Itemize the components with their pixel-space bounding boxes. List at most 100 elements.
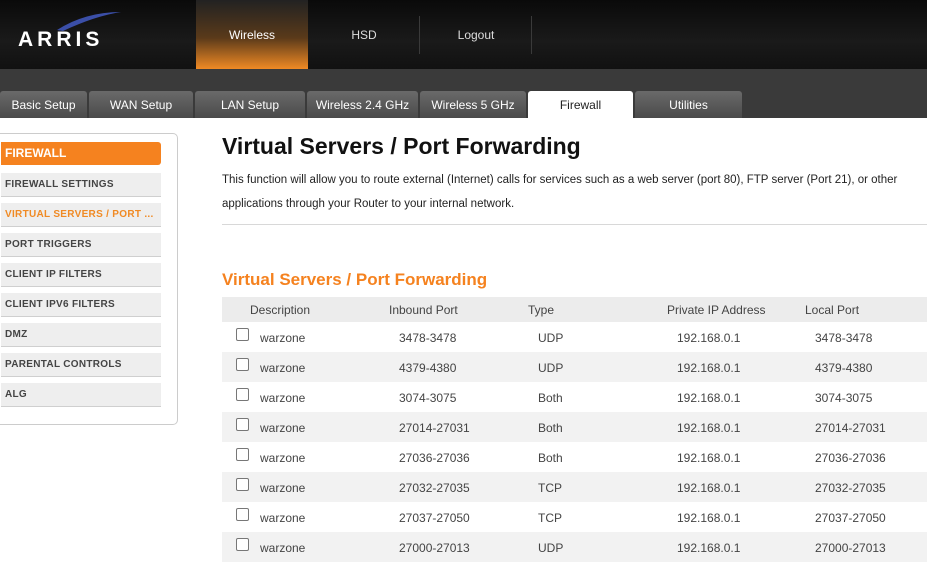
tab-firewall[interactable]: Firewall bbox=[528, 91, 633, 118]
cell-private-ip: 192.168.0.1 bbox=[677, 541, 741, 555]
cell-private-ip: 192.168.0.1 bbox=[677, 331, 741, 345]
row-checkbox[interactable] bbox=[236, 358, 249, 371]
table-row: warzone 27037-27050 TCP 192.168.0.1 27037-27… bbox=[222, 502, 927, 532]
table-row: warzone 27000-27013 UDP 192.168.0.1 27000-27… bbox=[222, 532, 927, 562]
row-checkbox[interactable] bbox=[236, 478, 249, 491]
tab-utilities[interactable]: Utilities bbox=[635, 91, 742, 118]
cell-inbound-port: 3074-3075 bbox=[399, 391, 457, 405]
sidebar-title: FIREWALL bbox=[1, 142, 161, 165]
row-checkbox[interactable] bbox=[236, 418, 249, 431]
sidebar-item-client-ipv6-filters[interactable]: CLIENT IPV6 FILTERS bbox=[1, 293, 161, 317]
tab-basic-setup[interactable]: Basic Setup bbox=[0, 91, 87, 118]
table-row: warzone 3074-3075 Both 192.168.0.1 3074-3075 bbox=[222, 382, 927, 412]
cell-private-ip: 192.168.0.1 bbox=[677, 511, 741, 525]
tab-label: Firewall bbox=[559, 97, 602, 112]
cell-private-ip: 192.168.0.1 bbox=[677, 391, 741, 405]
cell-local-port: 27037-27050 bbox=[815, 511, 886, 525]
cell-description: warzone bbox=[260, 451, 306, 465]
sidebar: FIREWALL FIREWALL SETTINGS VIRTUAL SERVE… bbox=[0, 133, 178, 425]
cell-inbound-port: 3478-3478 bbox=[399, 331, 457, 345]
row-checkbox[interactable] bbox=[236, 508, 249, 521]
cell-inbound-port: 27014-27031 bbox=[399, 421, 470, 435]
tab-label: WAN Setup bbox=[109, 97, 173, 112]
tab-label: Basic Setup bbox=[11, 97, 76, 112]
sidebar-item-port-triggers[interactable]: PORT TRIGGERS bbox=[1, 233, 161, 257]
cell-type: UDP bbox=[538, 361, 564, 375]
cell-description: warzone bbox=[260, 511, 306, 525]
cell-type: Both bbox=[538, 421, 563, 435]
row-checkbox[interactable] bbox=[236, 388, 249, 401]
cell-local-port: 4379-4380 bbox=[815, 361, 873, 375]
cell-private-ip: 192.168.0.1 bbox=[677, 361, 741, 375]
cell-description: warzone bbox=[260, 421, 306, 435]
tab-label: Utilities bbox=[669, 97, 708, 112]
tab-wan-setup[interactable]: WAN Setup bbox=[89, 91, 193, 118]
cell-private-ip: 192.168.0.1 bbox=[677, 451, 741, 465]
cell-type: TCP bbox=[538, 481, 562, 495]
sidebar-item-virtual-servers[interactable]: VIRTUAL SERVERS / PORT ... bbox=[1, 203, 161, 227]
topnav-wireless-label: Wireless bbox=[228, 27, 275, 42]
table-row: warzone 4379-4380 UDP 192.168.0.1 4379-4380 bbox=[222, 352, 927, 382]
cell-description: warzone bbox=[260, 391, 306, 405]
table-row: warzone 27036-27036 Both 192.168.0.1 27036-2… bbox=[222, 442, 927, 472]
page-title: Virtual Servers / Port Forwarding bbox=[222, 133, 581, 159]
divider bbox=[222, 224, 927, 225]
column-header-inbound-port: Inbound Port bbox=[389, 303, 458, 317]
cell-local-port: 27032-27035 bbox=[815, 481, 886, 495]
cell-local-port: 27036-27036 bbox=[815, 451, 886, 465]
cell-local-port: 27000-27013 bbox=[815, 541, 886, 555]
tab-label: Wireless 5 GHz bbox=[431, 97, 515, 112]
cell-inbound-port: 27032-27035 bbox=[399, 481, 470, 495]
topnav-hsd-label: HSD bbox=[351, 27, 377, 42]
topnav-hsd[interactable]: HSD bbox=[308, 0, 420, 69]
tab-bar: Basic Setup WAN Setup LAN Setup Wireless… bbox=[0, 91, 744, 118]
cell-description: warzone bbox=[260, 331, 306, 345]
tab-label: LAN Setup bbox=[220, 97, 280, 112]
cell-inbound-port: 27037-27050 bbox=[399, 511, 470, 525]
top-navigation: Wireless HSD Logout bbox=[196, 0, 532, 69]
cell-inbound-port: 4379-4380 bbox=[399, 361, 457, 375]
brand-logo: ARRIS bbox=[18, 28, 104, 51]
tab-label: Wireless 2.4 GHz bbox=[315, 97, 410, 112]
tab-wireless-24ghz[interactable]: Wireless 2.4 GHz bbox=[307, 91, 418, 118]
sidebar-item-firewall-settings[interactable]: FIREWALL SETTINGS bbox=[1, 173, 161, 197]
cell-description: warzone bbox=[260, 541, 306, 555]
sidebar-item-dmz[interactable]: DMZ bbox=[1, 323, 161, 347]
cell-description: warzone bbox=[260, 481, 306, 495]
row-checkbox[interactable] bbox=[236, 448, 249, 461]
cell-local-port: 3478-3478 bbox=[815, 331, 873, 345]
table-row: warzone 3478-3478 UDP 192.168.0.1 3478-3478 bbox=[222, 322, 927, 352]
cell-inbound-port: 27000-27013 bbox=[399, 541, 470, 555]
cell-private-ip: 192.168.0.1 bbox=[677, 421, 741, 435]
column-header-type: Type bbox=[528, 303, 555, 317]
tab-wireless-5ghz[interactable]: Wireless 5 GHz bbox=[420, 91, 526, 118]
table-row: warzone 27014-27031 Both 192.168.0.1 27014-2… bbox=[222, 412, 927, 442]
cell-private-ip: 192.168.0.1 bbox=[677, 481, 741, 495]
column-header-local-port: Local Port bbox=[805, 303, 860, 317]
cell-type: UDP bbox=[538, 331, 564, 345]
column-header-private-ip: Private IP Address bbox=[667, 303, 766, 317]
row-checkbox[interactable] bbox=[236, 538, 249, 551]
cell-local-port: 3074-3075 bbox=[815, 391, 873, 405]
cell-description: warzone bbox=[260, 361, 306, 375]
table-title: Virtual Servers / Port Forwarding bbox=[222, 270, 488, 289]
cell-inbound-port: 27036-27036 bbox=[399, 451, 470, 465]
cell-type: Both bbox=[538, 451, 563, 465]
page-description: This function will allow you to route ex… bbox=[222, 174, 898, 210]
column-header-description: Description bbox=[250, 303, 311, 317]
table-row: warzone 27032-27035 TCP 192.168.0.1 27032-27… bbox=[222, 472, 927, 502]
top-header: ARRIS Wireless HSD Logout bbox=[0, 0, 927, 69]
topnav-logout-label: Logout bbox=[457, 27, 495, 42]
cell-type: Both bbox=[538, 391, 563, 405]
topnav-wireless[interactable]: Wireless bbox=[196, 0, 308, 69]
tab-lan-setup[interactable]: LAN Setup bbox=[195, 91, 305, 118]
cell-type: TCP bbox=[538, 511, 562, 525]
sidebar-item-parental-controls[interactable]: PARENTAL CONTROLS bbox=[1, 353, 161, 377]
row-checkbox[interactable] bbox=[236, 328, 249, 341]
table-header: Description Inbound Port Type Private IP… bbox=[222, 297, 927, 322]
cell-local-port: 27014-27031 bbox=[815, 421, 886, 435]
cell-type: UDP bbox=[538, 541, 564, 555]
topnav-logout[interactable]: Logout bbox=[420, 0, 532, 69]
sidebar-item-alg[interactable]: ALG bbox=[1, 383, 161, 407]
sidebar-item-client-ip-filters[interactable]: CLIENT IP FILTERS bbox=[1, 263, 161, 287]
